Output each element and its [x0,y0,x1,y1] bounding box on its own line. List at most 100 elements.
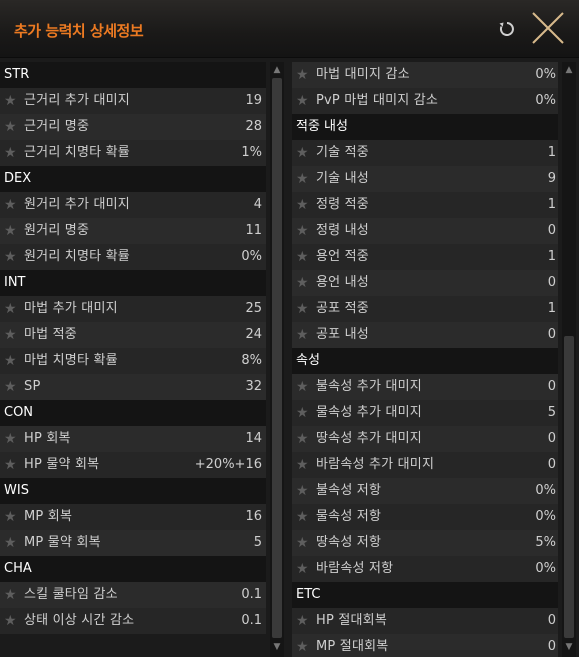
star-icon[interactable]: ★ [4,244,20,270]
star-icon[interactable]: ★ [4,426,20,452]
stat-row: ★ 불속성 저항 0% [292,478,558,504]
stat-row: ★ 불속성 추가 대미지 0 [292,374,558,400]
star-icon[interactable]: ★ [296,166,312,192]
section-header: WIS [0,478,266,504]
stat-label: 불속성 저항 [316,483,382,498]
stat-row: ★ 바람속성 추가 대미지 0 [292,452,558,478]
left-stat-list: STR ★ 근거리 추가 대미지 19 ★ 근거리 명중 28 ★ 근거리 치명타 확률 1% DE… [0,62,266,634]
star-icon[interactable]: ★ [296,218,312,244]
stat-label: MP 물약 회복 [24,535,101,550]
stat-value: 28 [245,119,262,134]
star-icon[interactable]: ★ [296,400,312,426]
star-icon[interactable]: ★ [296,192,312,218]
star-icon[interactable]: ★ [4,88,20,114]
stat-row: ★ 물속성 저항 0% [292,504,558,530]
stat-label: MP 절대회복 [316,639,389,654]
stat-row: ★ HP 절대회복 0 [292,608,558,634]
star-icon[interactable]: ★ [4,530,20,556]
stat-row: ★ 정령 내성 0 [292,218,558,244]
scroll-up-arrow-icon[interactable]: ▲ [271,64,283,76]
star-icon[interactable]: ★ [4,140,20,166]
scroll-down-arrow-icon[interactable]: ▼ [271,641,283,653]
section-header: DEX [0,166,266,192]
stat-value: 0.1 [241,613,262,628]
star-icon[interactable]: ★ [296,270,312,296]
stat-label: 정령 내성 [316,223,369,238]
star-icon[interactable]: ★ [296,140,312,166]
close-icon[interactable] [530,10,566,46]
stat-row: ★ 스킬 쿨타임 감소 0.1 [0,582,266,608]
star-icon[interactable]: ★ [296,88,312,114]
stat-value: 0 [547,613,556,628]
star-icon[interactable]: ★ [296,244,312,270]
stat-value: +20%+16 [194,457,262,472]
section-header: ETC [292,582,558,608]
stat-row: ★ 용언 내성 0 [292,270,558,296]
stat-value: 1 [547,145,556,160]
stat-row: ★ 근거리 치명타 확률 1% [0,140,266,166]
right-stat-panel: ★ 마법 대미지 감소 0% ★ PvP 마법 대미지 감소 0% 적중 내성 ★ 기술 적중 1… [292,62,579,657]
stat-value: 0% [241,249,262,264]
star-icon[interactable]: ★ [4,504,20,530]
stat-label: 불속성 추가 대미지 [316,379,422,394]
stat-label: 물속성 저항 [316,509,382,524]
star-icon[interactable]: ★ [4,322,20,348]
refresh-icon[interactable] [498,20,516,38]
stat-value: 0 [547,275,556,290]
scroll-down-arrow-icon[interactable]: ▼ [563,641,575,653]
stat-row: ★ 기술 적중 1 [292,140,558,166]
stat-label: 공포 내성 [316,327,369,342]
stat-row: ★ 원거리 명중 11 [0,218,266,244]
star-icon[interactable]: ★ [4,452,20,478]
right-scrollbar[interactable]: ▲ ▼ [562,62,576,657]
star-icon[interactable]: ★ [296,426,312,452]
stat-row: ★ 정령 적중 1 [292,192,558,218]
title-bar: 추가 능력치 상세정보 [0,0,579,58]
stat-row: ★ MP 회복 16 [0,504,266,530]
star-icon[interactable]: ★ [4,192,20,218]
stat-value: 1% [241,145,262,160]
section-header: CON [0,400,266,426]
star-icon[interactable]: ★ [4,114,20,140]
star-icon[interactable]: ★ [296,322,312,348]
right-scroll-thumb[interactable] [564,336,574,638]
star-icon[interactable]: ★ [4,374,20,400]
stats-detail-window: 추가 능력치 상세정보 STR ★ 근거리 추가 대미지 19 ★ 근거리 명중 28 ★ 근거… [0,0,579,657]
scroll-up-arrow-icon[interactable]: ▲ [563,64,575,76]
stat-label: 스킬 쿨타임 감소 [24,587,118,602]
section-header: STR [0,62,266,88]
stat-row: ★ HP 회복 14 [0,426,266,452]
star-icon[interactable]: ★ [296,478,312,504]
section-header: INT [0,270,266,296]
stat-row: ★ MP 물약 회복 5 [0,530,266,556]
stat-label: MP 회복 [24,509,73,524]
star-icon[interactable]: ★ [296,634,312,657]
star-icon[interactable]: ★ [296,452,312,478]
stat-row: ★ 마법 추가 대미지 25 [0,296,266,322]
stat-label: 바람속성 저항 [316,561,394,576]
left-scrollbar[interactable]: ▲ ▼ [270,62,284,657]
star-icon[interactable]: ★ [4,608,20,634]
star-icon[interactable]: ★ [296,374,312,400]
stat-label: 마법 치명타 확률 [24,353,118,368]
stat-label: 바람속성 추가 대미지 [316,457,435,472]
stat-label: 원거리 명중 [24,223,90,238]
star-icon[interactable]: ★ [296,608,312,634]
star-icon[interactable]: ★ [296,504,312,530]
star-icon[interactable]: ★ [4,348,20,374]
left-scroll-thumb[interactable] [272,78,282,638]
stat-value: 5 [253,535,262,550]
star-icon[interactable]: ★ [296,556,312,582]
stat-row: ★ 기술 내성 9 [292,166,558,192]
star-icon[interactable]: ★ [4,296,20,322]
stat-value: 0% [535,561,556,576]
star-icon[interactable]: ★ [296,296,312,322]
star-icon[interactable]: ★ [4,582,20,608]
stat-row: ★ MP 절대회복 0 [292,634,558,657]
star-icon[interactable]: ★ [296,62,312,88]
stat-value: 1 [547,301,556,316]
star-icon[interactable]: ★ [4,218,20,244]
stat-row: ★ 마법 적중 24 [0,322,266,348]
star-icon[interactable]: ★ [296,530,312,556]
stat-row: ★ 물속성 추가 대미지 5 [292,400,558,426]
